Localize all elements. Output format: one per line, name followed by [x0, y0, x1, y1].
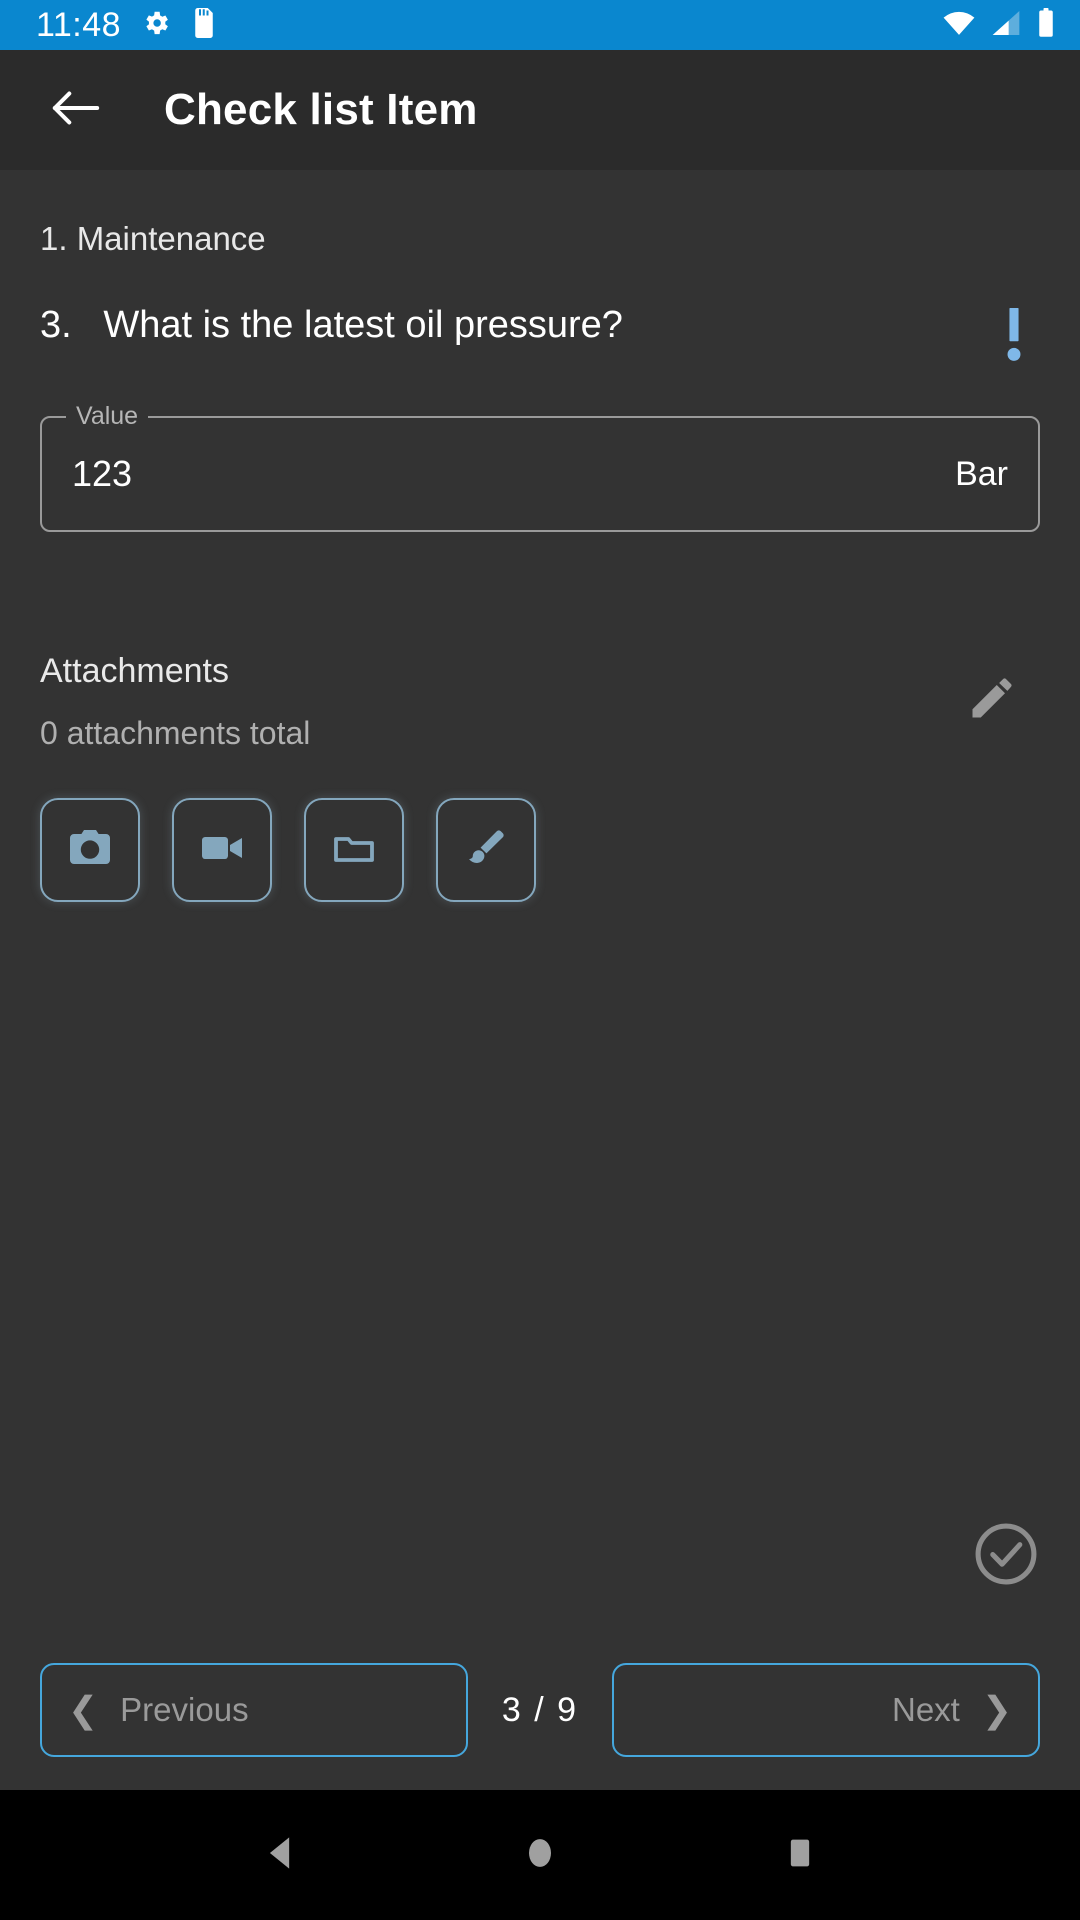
triangle-back-icon	[258, 1831, 302, 1880]
value-field-label: Value	[66, 404, 149, 429]
sd-card-icon	[191, 7, 217, 43]
attachments-title: Attachments	[40, 652, 229, 690]
android-recents-button[interactable]	[755, 1810, 845, 1900]
android-home-button[interactable]	[495, 1810, 585, 1900]
folder-icon	[330, 824, 378, 877]
attachment-buttons	[40, 798, 1040, 902]
square-recents-icon	[780, 1833, 820, 1878]
page-title: Check list Item	[164, 85, 478, 134]
question-row: 3. What is the latest oil pressure?	[40, 304, 1040, 364]
attachments-count: 0 attachments total	[40, 715, 311, 751]
attachments-section: Attachments 0 attachments total	[40, 652, 1040, 902]
pagination-bar: ❮ Previous 3 / 9 Next ❯	[0, 1630, 1080, 1790]
wifi-icon	[942, 9, 976, 42]
value-field-box[interactable]: 123 Bar	[40, 416, 1040, 532]
chevron-left-icon: ❮	[68, 1689, 99, 1730]
previous-button[interactable]: ❮ Previous	[40, 1663, 468, 1757]
question-text: 3. What is the latest oil pressure?	[40, 304, 623, 346]
circle-home-icon	[518, 1831, 562, 1880]
pencil-icon	[966, 672, 1018, 729]
value-input[interactable]: 123	[72, 453, 955, 495]
battery-icon	[1036, 7, 1056, 43]
cellular-signal-icon	[990, 9, 1022, 42]
attachment-button-draw[interactable]	[436, 798, 536, 902]
confirm-item-button[interactable]	[968, 1518, 1044, 1594]
next-button-label: Next	[891, 1691, 960, 1728]
android-back-button[interactable]	[235, 1810, 325, 1900]
page-counter: 3 / 9	[501, 1690, 579, 1729]
next-button[interactable]: Next ❯	[612, 1663, 1041, 1757]
status-bar: 11:48	[0, 0, 1080, 50]
status-clock: 11:48	[36, 6, 122, 44]
gear-icon	[141, 8, 171, 43]
back-button[interactable]	[40, 74, 112, 146]
attachment-button-folder[interactable]	[304, 798, 404, 902]
value-unit-label: Bar	[955, 454, 1008, 493]
status-bar-right	[942, 7, 1056, 43]
section-title: 1. Maintenance	[40, 220, 266, 257]
status-bar-left: 11:48	[36, 6, 217, 44]
edit-attachments-button[interactable]	[954, 662, 1030, 738]
exclamation-icon[interactable]	[992, 308, 1036, 364]
value-field[interactable]: 123 Bar Value	[40, 404, 1040, 532]
camera-icon	[66, 824, 114, 877]
phone-screen: 11:48 Check list Item 1. Maintenance 3. …	[0, 0, 1080, 1920]
video-camera-icon	[198, 824, 246, 877]
attachment-button-camera[interactable]	[40, 798, 140, 902]
android-navigation-bar	[0, 1790, 1080, 1920]
paint-brush-icon	[462, 824, 510, 877]
arrow-left-icon	[51, 88, 101, 133]
attachment-button-video[interactable]	[172, 798, 272, 902]
app-toolbar: Check list Item	[0, 50, 1080, 170]
chevron-right-icon: ❯	[981, 1689, 1013, 1730]
check-circle-icon	[970, 1518, 1042, 1595]
content-area: 1. Maintenance 3. What is the latest oil…	[0, 170, 1080, 1790]
previous-button-label: Previous	[120, 1691, 249, 1728]
